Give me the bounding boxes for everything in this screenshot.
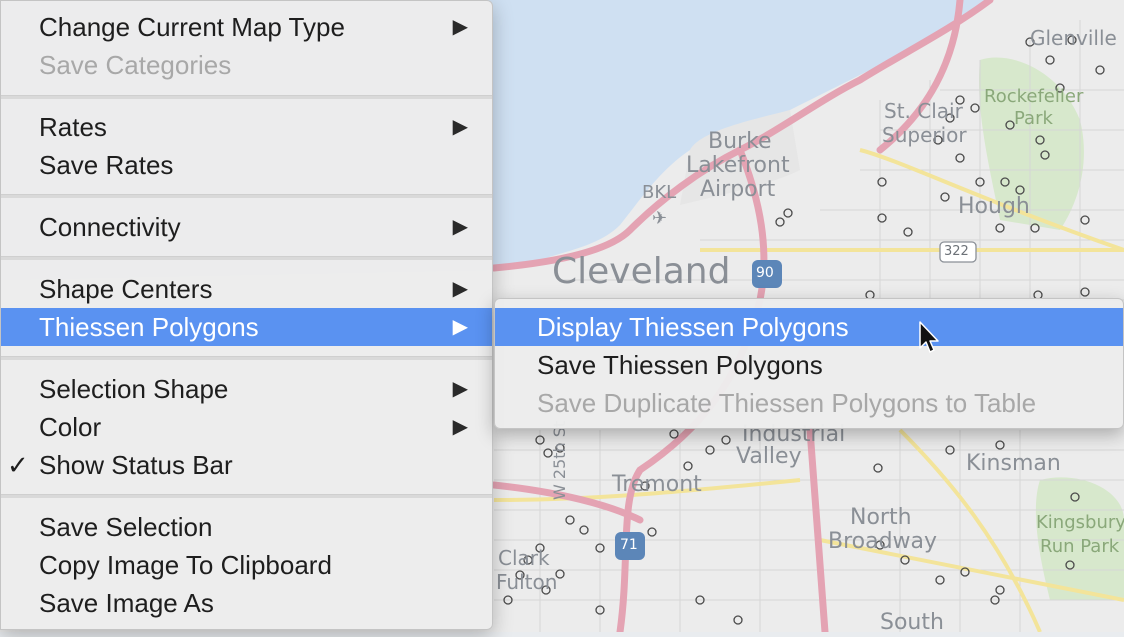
menu-item-label: Shape Centers [39,274,213,304]
menu-item-connectivity[interactable]: Connectivity ▶ [1,208,492,246]
menu-separator [1,256,492,260]
menu-item-label: Save Thiessen Polygons [537,350,823,380]
map-label: Glenville [1030,26,1117,50]
map-label: South [880,610,944,635]
menu-item-rates[interactable]: Rates ▶ [1,108,492,146]
menu-separator [1,194,492,198]
submenu-arrow-icon: ▶ [452,116,468,138]
submenu-item-save-duplicate-thiessen: Save Duplicate Thiessen Polygons to Tabl… [495,384,1123,422]
submenu-arrow-icon: ▶ [452,378,468,400]
map-label: St. Clair [884,99,963,123]
menu-item-label: Connectivity [39,212,181,242]
menu-item-label: Display Thiessen Polygons [537,312,849,342]
map-label-city: Cleveland [552,251,731,292]
submenu-arrow-icon: ▶ [452,416,468,438]
map-label: BKL [642,182,677,203]
menu-separator [1,494,492,498]
submenu-item-save-thiessen[interactable]: Save Thiessen Polygons [495,346,1123,384]
menu-item-label: Selection Shape [39,374,229,404]
menu-item-label: Thiessen Polygons [39,312,259,342]
menu-item-label: Color [39,412,102,442]
map-label: Park [1014,108,1053,129]
menu-item-show-status-bar[interactable]: ✓ Show Status Bar [1,446,492,484]
map-label: Kinsman [966,451,1061,476]
menu-item-save-selection[interactable]: Save Selection [1,508,492,546]
shield-label: 71 [620,537,638,553]
map-label: Broadway [828,529,938,554]
mouse-pointer-icon [919,321,939,353]
menu-item-label: Save Categories [39,50,232,80]
map-label: Clark [498,546,550,570]
map-label: Kingsbury [1036,512,1124,533]
submenu-arrow-icon: ▶ [452,278,468,300]
shield-label: 90 [756,265,774,281]
map-label: Run Park [1040,536,1120,557]
map-label: Lakefront [686,153,790,178]
menu-item-label: Rates [39,112,107,142]
menu-item-save-categories: Save Categories [1,46,492,84]
map-label: Hough [958,194,1030,219]
menu-separator [1,356,492,360]
menu-item-change-map-type[interactable]: Change Current Map Type ▶ [1,8,492,46]
submenu-arrow-icon: ▶ [452,216,468,238]
svg-text:✈: ✈ [652,208,667,229]
map-label: Rockefeller [984,86,1084,107]
menu-item-save-rates[interactable]: Save Rates [1,146,492,184]
menu-item-save-image-as[interactable]: Save Image As [1,584,492,622]
submenu-arrow-icon: ▶ [452,316,468,338]
menu-item-shape-centers[interactable]: Shape Centers ▶ [1,270,492,308]
map-label: Tremont [612,472,702,497]
map-label: Fulton [496,570,558,594]
menu-item-label: Save Selection [39,512,213,542]
map-label: Superior [882,123,967,147]
map-label-street: W 25th St [550,420,569,500]
menu-item-thiessen-polygons[interactable]: Thiessen Polygons ▶ [1,308,492,346]
menu-item-label: Save Image As [39,588,214,618]
submenu-item-display-thiessen[interactable]: Display Thiessen Polygons [495,308,1123,346]
menu-item-label: Save Duplicate Thiessen Polygons to Tabl… [537,388,1037,418]
map-label: Burke [708,129,772,154]
menu-separator [1,95,492,99]
menu-item-label: Save Rates [39,150,174,180]
menu-item-label: Show Status Bar [39,450,233,480]
map-label: North [850,505,912,530]
menu-item-selection-shape[interactable]: Selection Shape ▶ [1,370,492,408]
shield-label: 322 [944,244,969,259]
map-label: Airport [700,177,776,202]
menu-item-label: Copy Image To Clipboard [39,550,332,580]
submenu-arrow-icon: ▶ [452,16,468,38]
thiessen-submenu: Display Thiessen Polygons Save Thiessen … [494,298,1124,429]
menu-item-color[interactable]: Color ▶ [1,408,492,446]
menu-item-copy-image[interactable]: Copy Image To Clipboard [1,546,492,584]
map-label: Valley [736,444,802,469]
menu-item-label: Change Current Map Type [39,12,345,42]
checkmark-icon: ✓ [7,450,29,480]
context-menu: Change Current Map Type ▶ Save Categorie… [0,0,493,630]
